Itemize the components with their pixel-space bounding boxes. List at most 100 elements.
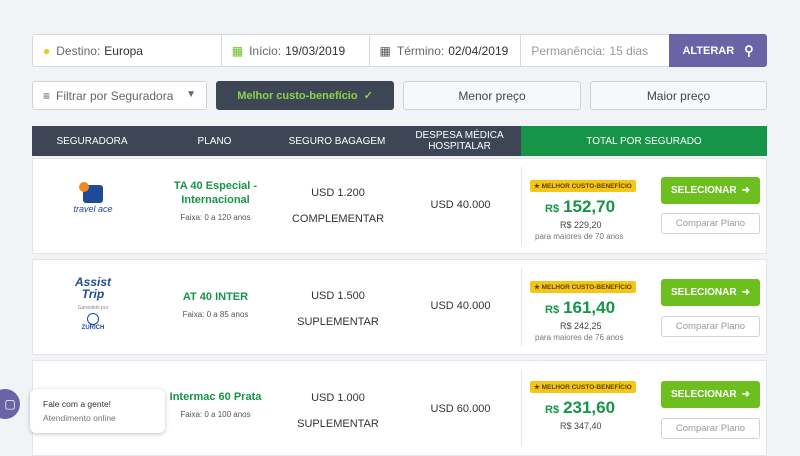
plan-cell: Intermac 60 Prata Faixa: 0 a 100 anos — [153, 390, 278, 419]
price: R$ 231,60 — [530, 398, 640, 418]
price-value: 152,70 — [563, 197, 616, 216]
age-range: Faixa: 0 a 100 anos — [180, 410, 251, 419]
inicio-value: 19/03/2019 — [285, 43, 346, 58]
price-value: 161,40 — [563, 298, 616, 317]
age-range: Faixa: 0 a 85 anos — [182, 310, 249, 319]
plan-cell: AT 40 INTER Faixa: 0 a 85 anos — [153, 290, 278, 319]
total-cell: ★ MELHOR CUSTO-BENEFÍCIO R$ 152,70 R$ 229… — [530, 175, 640, 241]
trophy-icon: ★ — [534, 284, 540, 291]
offer-card: Assist Trip Garantido por ZURICH AT 40 I… — [32, 259, 767, 355]
price-currency: R$ — [545, 304, 560, 316]
zurich-logo-icon — [87, 313, 99, 325]
select-button[interactable]: SELECIONAR ➜ — [661, 381, 760, 408]
price: R$ 161,40 — [530, 298, 640, 318]
select-label: SELECIONAR — [671, 287, 737, 298]
offer-card: travel ace TA 40 Especial - Internaciona… — [32, 158, 767, 254]
header-despesa-medica: DESPESA MÉDICA HOSPITALAR — [415, 130, 504, 152]
page-header-fade — [0, 0, 800, 12]
insurer-logo: Assist Trip Garantido por ZURICH — [33, 276, 153, 331]
baggage-cell: USD 1.500 SUPLEMENTAR — [278, 283, 398, 335]
plan-name: TA 40 Especial - Internacional — [173, 180, 258, 206]
older-price: R$ 347,40 — [560, 421, 602, 431]
best-value-badge: ★ MELHOR CUSTO-BENEFÍCIO — [530, 281, 636, 293]
total-cell: ★ MELHOR CUSTO-BENEFÍCIO R$ 161,40 R$ 242… — [530, 276, 640, 342]
permanencia-label: Permanência: — [531, 43, 606, 58]
header-total: TOTAL POR SEGURADO — [521, 126, 767, 156]
medical-amount: USD 40.000 — [430, 199, 491, 211]
price: R$ 152,70 — [530, 197, 640, 217]
location-pin-icon: ● — [43, 43, 51, 58]
destino-field[interactable]: ● Destino: Europa — [33, 35, 222, 66]
insurer-partner: ZURICH — [81, 325, 105, 331]
chat-popup[interactable]: Fale com a gente! Atendimento online — [30, 389, 165, 433]
medical-amount: USD 60.000 — [430, 403, 491, 415]
alterar-button[interactable]: ALTERAR ⚲ — [669, 34, 767, 67]
termino-field[interactable]: ▦ Término: 02/04/2019 — [370, 35, 522, 66]
older-price-note: para maiores de 76 anos — [535, 333, 624, 342]
seguradora-filter-select[interactable]: ≡ Filtrar por Seguradora ▼ — [32, 81, 207, 110]
medical-amount: USD 40.000 — [430, 300, 491, 312]
price-value: 231,60 — [563, 398, 616, 417]
insurer-name: Assist Trip — [74, 275, 112, 301]
arrow-right-icon: ➜ — [741, 287, 750, 298]
sort-best-value-label: Melhor custo-benefício — [237, 89, 358, 102]
calendar-icon: ▦ — [231, 43, 244, 58]
trophy-icon: ★ — [534, 183, 540, 190]
inicio-field[interactable]: ▦ Início: 19/03/2019 — [222, 35, 370, 66]
age-range: Faixa: 0 a 120 anos — [180, 213, 251, 222]
price-currency: R$ — [545, 203, 560, 215]
sort-best-value-button[interactable]: Melhor custo-benefício ✓ — [216, 81, 394, 110]
seguradora-filter-placeholder: Filtrar por Seguradora — [56, 88, 174, 103]
select-label: SELECIONAR — [671, 389, 737, 400]
baggage-type: SUPLEMENTAR — [297, 316, 379, 328]
chat-title: Fale com a gente! — [43, 399, 112, 409]
older-price-note: para maiores de 70 anos — [535, 232, 624, 241]
best-value-badge: ★ MELHOR CUSTO-BENEFÍCIO — [530, 381, 636, 393]
inicio-label: Início: — [249, 43, 282, 58]
compare-plan-button[interactable]: Comparar Plano — [661, 316, 760, 337]
best-value-badge-label: MELHOR CUSTO-BENEFÍCIO — [541, 384, 632, 391]
insurer-name: travel ace — [73, 204, 113, 214]
sort-highest-price-button[interactable]: Maior preço — [590, 81, 767, 110]
baggage-amount: USD 1.500 — [311, 290, 365, 302]
sort-lowest-price-button[interactable]: Menor preço — [403, 81, 581, 110]
chat-button[interactable]: ▢ — [0, 389, 20, 419]
header-seguro-bagagem: SEGURO BAGAGEM — [288, 135, 386, 147]
termino-label: Término: — [396, 43, 445, 58]
select-button[interactable]: SELECIONAR ➜ — [661, 177, 760, 204]
baggage-amount: USD 1.200 — [311, 187, 365, 199]
filter-bar: ≡ Filtrar por Seguradora ▼ Melhor custo-… — [32, 81, 767, 110]
calendar-icon: ▦ — [379, 43, 391, 58]
search-icon: ⚲ — [744, 42, 754, 58]
trophy-icon: ★ — [534, 384, 540, 391]
baggage-type: COMPLEMENTAR — [291, 213, 385, 225]
select-button[interactable]: SELECIONAR ➜ — [661, 279, 760, 306]
total-cell: ★ MELHOR CUSTO-BENEFÍCIO R$ 231,60 R$ 347… — [530, 376, 640, 431]
table-header: SEGURADORA PLANO SEGURO BAGAGEM DESPESA … — [32, 126, 767, 156]
sort-lowest-price-label: Menor preço — [458, 88, 526, 103]
baggage-amount: USD 1.000 — [311, 392, 365, 404]
header-plano: PLANO — [197, 135, 232, 147]
alterar-label: ALTERAR — [682, 44, 735, 57]
permanencia-field: Permanência: 15 dias — [521, 35, 669, 66]
baggage-cell: USD 1.000 SUPLEMENTAR — [278, 385, 398, 437]
check-circle-icon: ✓ — [363, 90, 373, 102]
filter-sliders-icon: ≡ — [43, 88, 51, 103]
search-bar: ● Destino: Europa ▦ Início: 19/03/2019 ▦… — [32, 34, 767, 67]
plan-name: Intermac 60 Prata — [169, 391, 262, 403]
best-value-badge-label: MELHOR CUSTO-BENEFÍCIO — [541, 284, 632, 291]
chevron-down-icon: ▼ — [186, 89, 196, 100]
older-price: R$ 242,25 — [560, 321, 602, 331]
chat-status: Atendimento online — [43, 413, 116, 423]
termino-value: 02/04/2019 — [448, 43, 509, 58]
baggage-cell: USD 1.200 COMPLEMENTAR — [278, 180, 398, 232]
insurer-sub: Garantido por — [77, 305, 109, 311]
baggage-type: SUPLEMENTAR — [297, 418, 379, 430]
sort-highest-price-label: Maior preço — [646, 88, 711, 103]
best-value-badge-label: MELHOR CUSTO-BENEFÍCIO — [541, 183, 632, 190]
compare-plan-button[interactable]: Comparar Plano — [661, 418, 760, 439]
price-currency: R$ — [545, 404, 560, 416]
compare-plan-button[interactable]: Comparar Plano — [661, 213, 760, 234]
insurer-logo: travel ace — [33, 182, 153, 214]
plan-name: AT 40 INTER — [182, 291, 249, 303]
